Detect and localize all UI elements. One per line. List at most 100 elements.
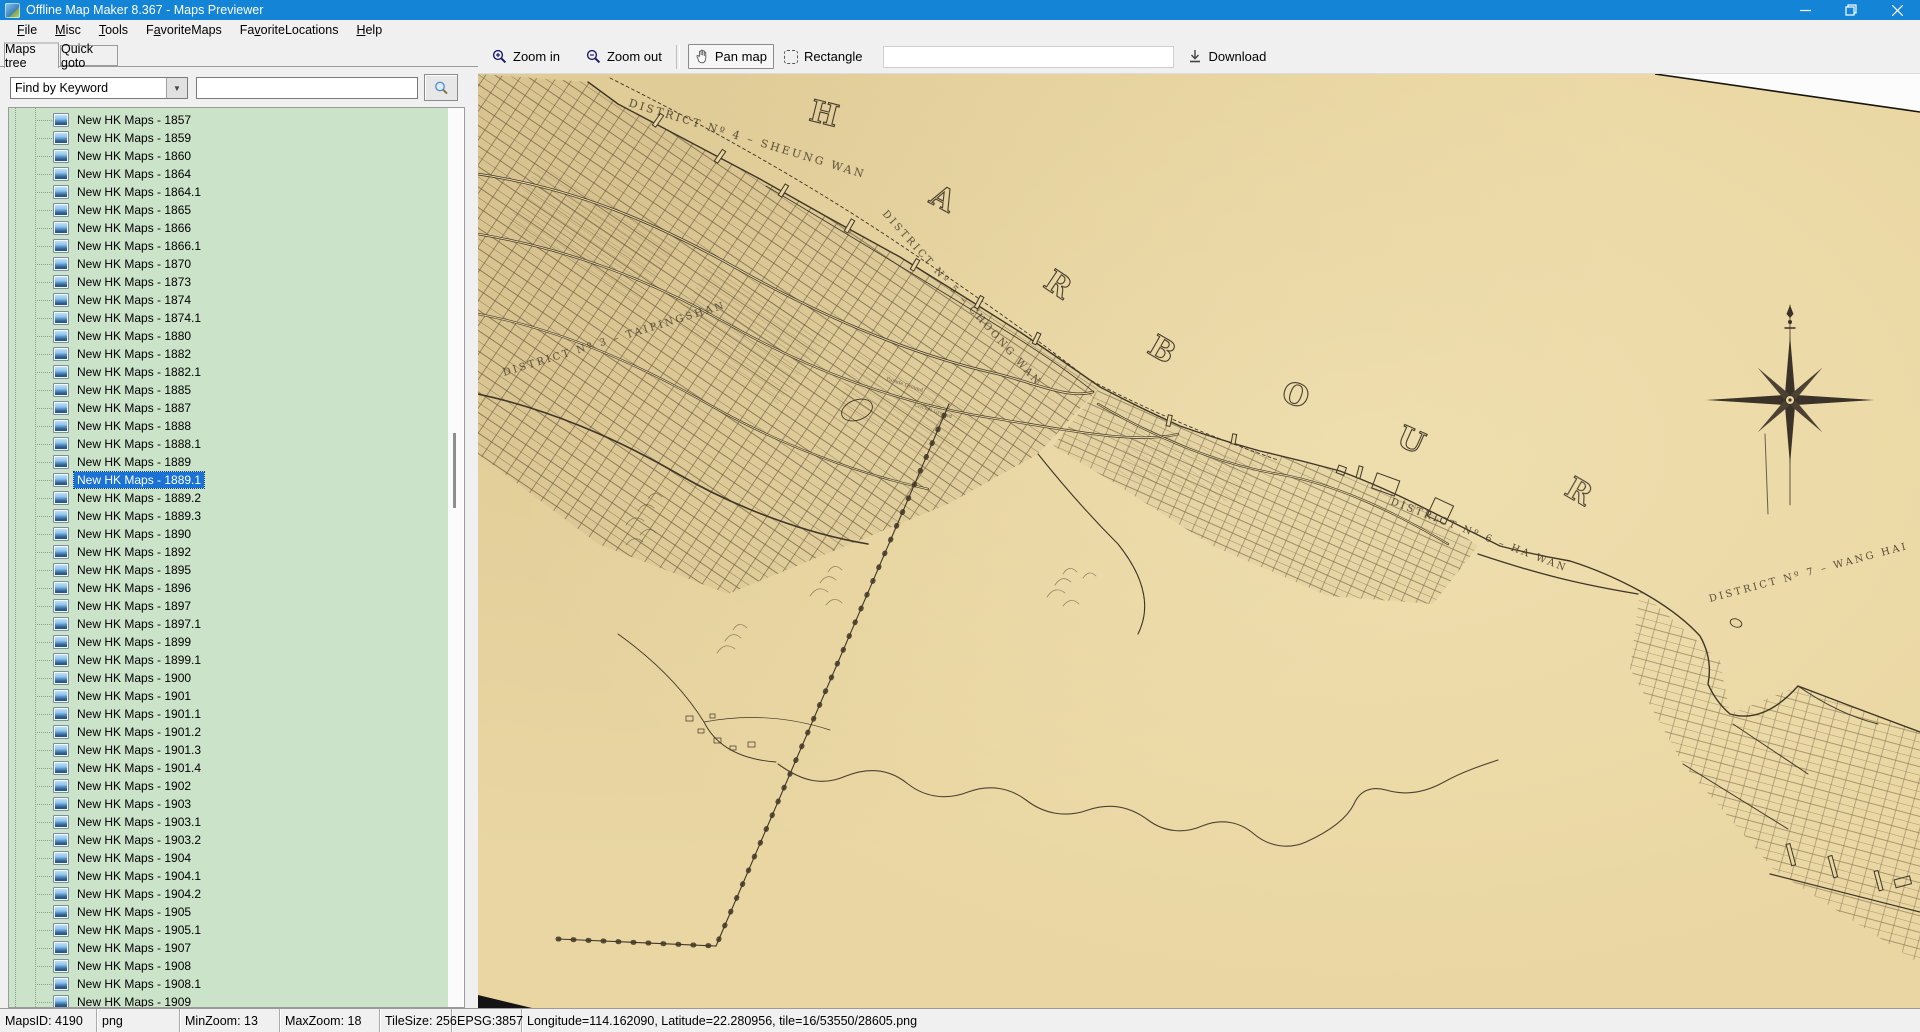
tree-item[interactable]: New HK Maps - 1904.1 (9, 867, 449, 885)
tree-branch-line (35, 804, 53, 805)
menu-help[interactable]: Help (347, 21, 391, 39)
map-image-icon (53, 851, 69, 865)
restore-button[interactable] (1828, 0, 1874, 20)
tree-item[interactable]: New HK Maps - 1896 (9, 579, 449, 597)
tree-item-label: New HK Maps - 1882 (74, 346, 194, 362)
tree-item[interactable]: New HK Maps - 1885 (9, 381, 449, 399)
tree-item[interactable]: New HK Maps - 1908 (9, 957, 449, 975)
zoom-out-button[interactable]: Zoom out (580, 45, 668, 68)
tree-item[interactable]: New HK Maps - 1895 (9, 561, 449, 579)
map-viewport[interactable]: DISTRICT Nº 4 – SHEUNG WANDISTRICT Nº 5 … (478, 74, 1920, 1008)
status-segment-5: EPSG:3857 (452, 1009, 522, 1032)
tree-item[interactable]: New HK Maps - 1860 (9, 147, 449, 165)
tree-item[interactable]: New HK Maps - 1889 (9, 453, 449, 471)
search-input[interactable] (196, 77, 418, 99)
rectangle-button[interactable]: Rectangle (778, 45, 869, 68)
tree-item[interactable]: New HK Maps - 1899.1 (9, 651, 449, 669)
tab-quick-goto[interactable]: Quick goto (60, 45, 118, 66)
tree-item[interactable]: New HK Maps - 1902 (9, 777, 449, 795)
download-path-input[interactable] (883, 46, 1174, 68)
map-image-icon (53, 383, 69, 397)
tree-item[interactable]: New HK Maps - 1903.1 (9, 813, 449, 831)
search-button[interactable] (424, 74, 458, 101)
menu-misc[interactable]: Misc (46, 21, 90, 39)
tree-item[interactable]: New HK Maps - 1901.4 (9, 759, 449, 777)
tree-item[interactable]: New HK Maps - 1887 (9, 399, 449, 417)
tree-item[interactable]: New HK Maps - 1880 (9, 327, 449, 345)
tree-item[interactable]: New HK Maps - 1892 (9, 543, 449, 561)
tree-item-label: New HK Maps - 1885 (74, 382, 194, 398)
map-preview[interactable]: DISTRICT Nº 4 – SHEUNG WANDISTRICT Nº 5 … (478, 74, 1920, 1008)
map-image-icon (53, 401, 69, 415)
tree-item[interactable]: New HK Maps - 1890 (9, 525, 449, 543)
find-mode-dropdown[interactable]: Find by Keyword ▼ (10, 77, 188, 99)
close-button[interactable] (1874, 0, 1920, 20)
tree-branch-line (35, 822, 53, 823)
tree-item[interactable]: New HK Maps - 1901 (9, 687, 449, 705)
tree-branch-line (35, 462, 53, 463)
tree-item[interactable]: New HK Maps - 1888.1 (9, 435, 449, 453)
tree-item[interactable]: New HK Maps - 1903 (9, 795, 449, 813)
close-icon (1892, 5, 1903, 16)
tree-item-label: New HK Maps - 1904.1 (74, 868, 204, 884)
tree-item[interactable]: New HK Maps - 1870 (9, 255, 449, 273)
minimize-button[interactable] (1782, 0, 1828, 20)
map-image-icon (53, 833, 69, 847)
zoom-in-button[interactable]: Zoom in (486, 45, 566, 68)
tree-item-label: New HK Maps - 1903 (74, 796, 194, 812)
tree-item-label: New HK Maps - 1892 (74, 544, 194, 560)
tab-maps-tree[interactable]: Maps tree (4, 42, 59, 68)
tree-item[interactable]: New HK Maps - 1908.1 (9, 975, 449, 993)
tree-item[interactable]: New HK Maps - 1901.3 (9, 741, 449, 759)
tree-item[interactable]: New HK Maps - 1864 (9, 165, 449, 183)
tree-item[interactable]: New HK Maps - 1909 (9, 993, 449, 1007)
menu-favoritemaps[interactable]: FavoriteMaps (137, 21, 231, 39)
tree-item[interactable]: New HK Maps - 1882.1 (9, 363, 449, 381)
tree-item[interactable]: New HK Maps - 1874 (9, 291, 449, 309)
tree-item[interactable]: New HK Maps - 1904 (9, 849, 449, 867)
tree-item-label: New HK Maps - 1897.1 (74, 616, 204, 632)
tree-item[interactable]: New HK Maps - 1905.1 (9, 921, 449, 939)
tree-scrollbar[interactable] (448, 108, 463, 1007)
tree-item[interactable]: New HK Maps - 1866.1 (9, 237, 449, 255)
tree-item[interactable]: New HK Maps - 1904.2 (9, 885, 449, 903)
menu-file[interactable]: File (8, 21, 46, 39)
pan-map-button[interactable]: Pan map (688, 44, 774, 69)
tree-item[interactable]: New HK Maps - 1864.1 (9, 183, 449, 201)
tree-branch-line (35, 336, 53, 337)
tree-scrollbar-thumb[interactable] (453, 433, 456, 508)
tree-item[interactable]: New HK Maps - 1897 (9, 597, 449, 615)
tree-item-label: New HK Maps - 1905 (74, 904, 194, 920)
tree-item[interactable]: New HK Maps - 1897.1 (9, 615, 449, 633)
tree-item[interactable]: New HK Maps - 1873 (9, 273, 449, 291)
pan-map-label: Pan map (715, 49, 767, 64)
tree-branch-line (35, 498, 53, 499)
dropdown-arrow-icon[interactable]: ▼ (166, 78, 187, 98)
title-bar: Offline Map Maker 8.367 - Maps Previewer (0, 0, 1920, 20)
tree-item[interactable]: New HK Maps - 1905 (9, 903, 449, 921)
tree-item[interactable]: New HK Maps - 1857 (9, 111, 449, 129)
tree-item[interactable]: New HK Maps - 1874.1 (9, 309, 449, 327)
zoom-in-label: Zoom in (513, 49, 560, 64)
tree-item[interactable]: New HK Maps - 1882 (9, 345, 449, 363)
menu-favoritelocations[interactable]: FavoriteLocations (231, 21, 348, 39)
download-button[interactable]: Download (1182, 45, 1272, 68)
tree-item[interactable]: New HK Maps - 1865 (9, 201, 449, 219)
tree-item[interactable]: New HK Maps - 1907 (9, 939, 449, 957)
map-content: Zoom in Zoom out Pan map Rectangle (478, 40, 1920, 1008)
tree-item[interactable]: New HK Maps - 1866 (9, 219, 449, 237)
tree-item[interactable]: New HK Maps - 1903.2 (9, 831, 449, 849)
tree-item[interactable]: New HK Maps - 1889.1 (9, 471, 449, 489)
tree-item[interactable]: New HK Maps - 1900 (9, 669, 449, 687)
tree-item[interactable]: New HK Maps - 1899 (9, 633, 449, 651)
tree-item[interactable]: New HK Maps - 1889.2 (9, 489, 449, 507)
tree-item[interactable]: New HK Maps - 1901.1 (9, 705, 449, 723)
window-title: Offline Map Maker 8.367 - Maps Previewer (26, 3, 263, 17)
menu-tools[interactable]: Tools (90, 21, 137, 39)
tree-item[interactable]: New HK Maps - 1889.3 (9, 507, 449, 525)
tree-item[interactable]: New HK Maps - 1901.2 (9, 723, 449, 741)
tree-branch-line (35, 786, 53, 787)
tree-item[interactable]: New HK Maps - 1888 (9, 417, 449, 435)
tree-branch-line (35, 444, 53, 445)
tree-item[interactable]: New HK Maps - 1859 (9, 129, 449, 147)
